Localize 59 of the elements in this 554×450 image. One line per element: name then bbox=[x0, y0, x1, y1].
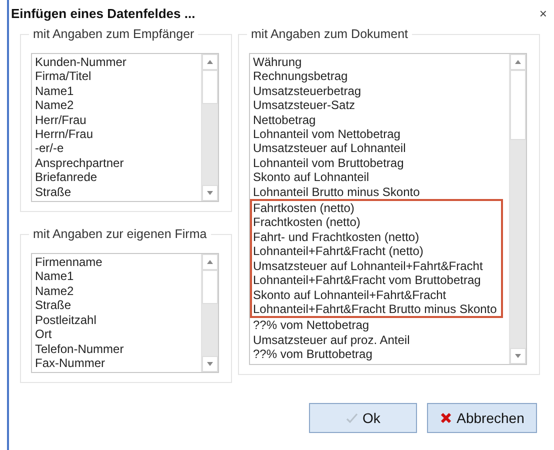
list-item[interactable]: Währung bbox=[250, 55, 503, 70]
list-item[interactable]: Umsatzsteuer auf proz. Anteil bbox=[250, 332, 503, 348]
list-item[interactable]: Firmenname bbox=[32, 255, 195, 270]
scroll-thumb[interactable] bbox=[202, 270, 218, 304]
list-item[interactable]: Straße bbox=[32, 184, 195, 200]
list-item[interactable]: Nettobetrag bbox=[250, 112, 503, 128]
cancel-button[interactable]: Abbrechen bbox=[427, 403, 537, 434]
list-item[interactable]: Name2 bbox=[32, 98, 195, 113]
list-item[interactable]: Kunden-Nummer bbox=[32, 55, 195, 70]
list-item[interactable]: Name2 bbox=[32, 284, 195, 298]
scrollbar[interactable] bbox=[509, 54, 526, 364]
list-item[interactable]: Fax-Nummer bbox=[32, 356, 195, 370]
list-item[interactable]: Lohnanteil+Fahrt&Fracht vom Bruttobetrag bbox=[250, 273, 503, 288]
cross-icon bbox=[440, 412, 452, 424]
list-item[interactable]: Herrn/Frau bbox=[32, 127, 195, 142]
checkmark-icon bbox=[346, 412, 358, 424]
group-legend: mit Angaben zum Empfänger bbox=[29, 27, 198, 41]
scroll-up-icon[interactable] bbox=[515, 60, 521, 64]
list-item[interactable]: Herr/Frau bbox=[32, 112, 195, 128]
list-item[interactable]: Lohnanteil+Fahrt&Fracht Brutto minus Skonto bbox=[250, 302, 503, 318]
group-legend: mit Angaben zur eigenen Firma bbox=[29, 227, 211, 242]
scroll-down-icon[interactable] bbox=[207, 362, 213, 366]
list-item[interactable]: Ort bbox=[32, 327, 195, 342]
scroll-up-icon[interactable] bbox=[207, 60, 213, 64]
list-item[interactable]: Fahrtkosten (netto) bbox=[250, 199, 503, 216]
list-item[interactable]: Lohnanteil Brutto minus Skonto bbox=[250, 184, 503, 200]
list-item[interactable]: Telefon-Nummer bbox=[32, 342, 195, 356]
list-item[interactable]: Ansprechpartner bbox=[32, 156, 195, 170]
list-item[interactable]: Lohnanteil vom Nettobetrag bbox=[250, 127, 503, 142]
scroll-down-icon[interactable] bbox=[515, 354, 521, 358]
list-item[interactable]: Lohnanteil vom Bruttobetrag bbox=[250, 156, 503, 170]
list-item[interactable]: Umsatzsteuer-Satz bbox=[250, 98, 503, 113]
list-item[interactable]: -er/-e bbox=[32, 141, 195, 156]
list-item[interactable]: Postleitzahl bbox=[32, 312, 195, 328]
list-item[interactable]: Straße bbox=[32, 298, 195, 313]
scroll-down-icon[interactable] bbox=[207, 191, 213, 196]
close-button[interactable]: × bbox=[537, 6, 549, 20]
scroll-up-icon[interactable] bbox=[207, 260, 213, 264]
list-item[interactable]: Umsatzsteuer auf Lohnanteil bbox=[250, 141, 503, 156]
list-item[interactable]: Name1 bbox=[32, 84, 195, 98]
list-item[interactable]: Firma/Titel bbox=[32, 69, 195, 84]
list-item[interactable]: Rechnungsbetrag bbox=[250, 69, 503, 84]
list-item[interactable]: Umsatzsteuer auf Lohnanteil+Fahrt&Fracht bbox=[250, 258, 503, 274]
list-item[interactable]: ??% vom Nettobetrag bbox=[250, 318, 503, 333]
list-item[interactable]: ??% vom Bruttobetrag bbox=[250, 347, 503, 362]
list-item[interactable]: Briefanrede bbox=[32, 170, 195, 185]
list-item[interactable]: Umsatzsteuerbetrag bbox=[250, 84, 503, 98]
scroll-thumb[interactable] bbox=[510, 70, 526, 140]
list-item[interactable]: Skonto auf Lohnanteil+Fahrt&Fracht bbox=[250, 288, 503, 302]
scrollbar[interactable] bbox=[201, 54, 218, 202]
window-title: Einfügen eines Datenfeldes ... bbox=[11, 6, 196, 20]
list-item[interactable]: Frachtkosten (netto) bbox=[250, 215, 503, 230]
list-item[interactable]: Name1 bbox=[32, 269, 195, 284]
scroll-thumb[interactable] bbox=[202, 70, 218, 104]
group-legend: mit Angaben zum Dokument bbox=[247, 27, 412, 41]
scrollbar[interactable] bbox=[201, 254, 218, 372]
list-item[interactable]: Fahrt- und Frachtkosten (netto) bbox=[250, 230, 503, 244]
list-item[interactable]: Skonto auf Lohnanteil bbox=[250, 170, 503, 185]
list-item[interactable]: Lohnanteil+Fahrt&Fracht (netto) bbox=[250, 244, 503, 259]
